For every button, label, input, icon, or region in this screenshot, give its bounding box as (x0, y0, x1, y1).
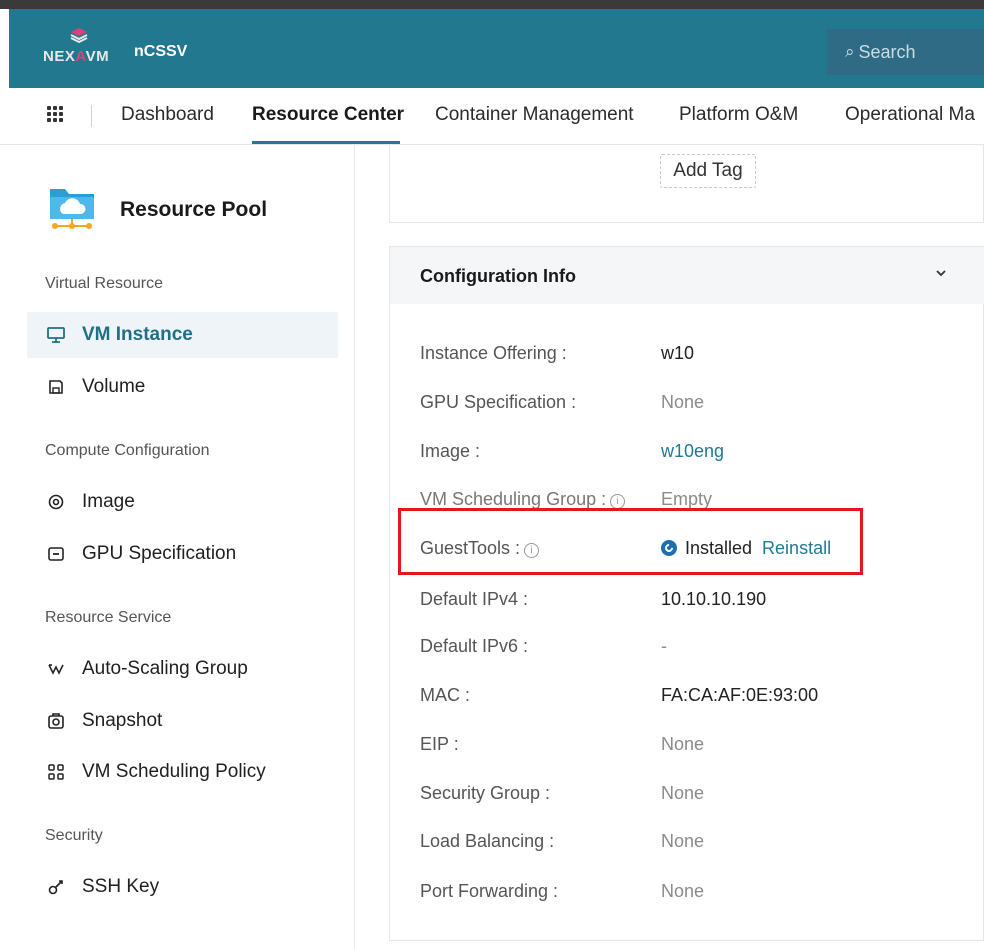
chevron-down-icon[interactable] (935, 267, 947, 279)
sidebar-item-label: Snapshot (82, 710, 163, 731)
label-mac: MAC : (420, 685, 471, 705)
label-default-ipv4: Default IPv4 : (420, 589, 529, 609)
image-link[interactable]: w10eng (661, 441, 724, 462)
nav-tab-operational-management[interactable]: Operational Ma (845, 104, 975, 126)
sidebar-item-auto-scaling-group[interactable]: Auto-Scaling Group (27, 646, 338, 692)
guesttools-installed-icon (661, 540, 677, 556)
sidebar-item-gpu-specification[interactable]: GPU Specification (27, 531, 338, 577)
app-grid-icon[interactable] (47, 106, 63, 122)
sidebar-item-label: Volume (82, 376, 146, 397)
sidebar-item-label: Image (82, 491, 135, 512)
value-port-forwarding: None (661, 881, 705, 901)
label-security-group: Security Group : (420, 783, 551, 803)
info-icon[interactable]: i (610, 494, 626, 509)
label-eip: EIP : (420, 734, 459, 754)
logo-layers-icon (70, 28, 88, 43)
sidebar-item-label: VM Scheduling Policy (82, 761, 266, 782)
section-label-security: Security (45, 827, 103, 844)
nav-tab-dashboard[interactable]: Dashboard (121, 104, 214, 126)
app-header: NEXAVM nCSSV ⌕ Search (9, 9, 984, 88)
value-instance-offering: w10 (661, 343, 695, 363)
section-label-resource-service: Resource Service (45, 609, 172, 626)
label-port-forwarding: Port Forwarding : (420, 881, 559, 901)
value-gpu-specification: None (661, 392, 705, 412)
add-tag-button[interactable]: Add Tag (660, 154, 756, 188)
sidebar-item-ssh-key[interactable]: SSH Key (27, 864, 338, 910)
reinstall-link[interactable]: Reinstall (762, 538, 831, 558)
top-window-strip (0, 0, 984, 9)
sidebar-item-vm-instance[interactable]: VM Instance (27, 312, 338, 358)
search-placeholder: Search (858, 41, 916, 62)
sidebar-title: Resource Pool (120, 198, 268, 221)
sidebar-item-label: SSH Key (82, 876, 160, 897)
section-label-compute-configuration: Compute Configuration (45, 442, 210, 459)
label-guesttools: GuestTools :i (420, 538, 540, 559)
sidebar-item-volume[interactable]: Volume (27, 364, 338, 410)
info-icon[interactable]: i (524, 543, 540, 558)
sidebar-item-label: GPU Specification (82, 543, 237, 564)
value-vm-scheduling-group: Empty (661, 489, 713, 509)
search-input[interactable]: ⌕ Search (827, 29, 984, 75)
logo-text: NEXAVM (43, 48, 110, 65)
value-eip: None (661, 734, 705, 754)
scheduling-icon (47, 763, 65, 781)
scaling-icon (47, 660, 65, 678)
product-name: nCSSV (134, 43, 188, 60)
value-default-ipv4: 10.10.10.190 (661, 589, 767, 609)
label-vm-scheduling-group: VM Scheduling Group :i (420, 489, 626, 510)
nav-tab-platform-om[interactable]: Platform O&M (679, 104, 798, 126)
search-icon: ⌕ (845, 42, 855, 61)
label-image: Image : (420, 441, 481, 461)
gpu-card-icon (47, 545, 65, 563)
value-load-balancing: None (661, 831, 705, 851)
sidebar-item-label: Auto-Scaling Group (82, 658, 248, 679)
value-security-group: None (661, 783, 705, 803)
nav-divider (91, 105, 92, 127)
top-nav: Dashboard Resource Center Container Mana… (0, 88, 984, 145)
sidebar-item-label: VM Instance (82, 324, 193, 345)
label-load-balancing: Load Balancing : (420, 831, 555, 851)
resource-pool-cloud-icon (50, 189, 94, 229)
nexavm-logo[interactable]: NEXAVM (43, 27, 113, 77)
sidebar-item-vm-scheduling-policy[interactable]: VM Scheduling Policy (27, 749, 338, 795)
configuration-info-header[interactable]: Configuration Info (390, 247, 984, 304)
sidebar-item-image[interactable]: Image (27, 479, 338, 525)
disk-icon (47, 378, 65, 396)
value-default-ipv6: - (661, 636, 667, 656)
label-default-ipv6: Default IPv6 : (420, 636, 529, 656)
guesttools-status: Installed (685, 538, 753, 558)
active-tab-indicator (252, 141, 400, 144)
configuration-info-title: Configuration Info (420, 266, 576, 286)
label-instance-offering: Instance Offering : (420, 343, 567, 363)
label-gpu-specification: GPU Specification : (420, 392, 577, 412)
nav-tab-container-management[interactable]: Container Management (435, 104, 634, 126)
key-icon (47, 878, 65, 896)
image-disc-icon (47, 493, 65, 511)
camera-icon (47, 712, 65, 730)
section-label-virtual-resource: Virtual Resource (45, 275, 163, 292)
nav-tab-resource-center[interactable]: Resource Center (252, 104, 404, 126)
sidebar-item-snapshot[interactable]: Snapshot (27, 698, 338, 744)
sidebar: Resource Pool Virtual Resource VM Instan… (0, 145, 355, 949)
value-mac: FA:CA:AF:0E:93:00 (661, 685, 819, 705)
value-guesttools: Installed Reinstall (661, 538, 831, 559)
monitor-icon (47, 326, 65, 344)
